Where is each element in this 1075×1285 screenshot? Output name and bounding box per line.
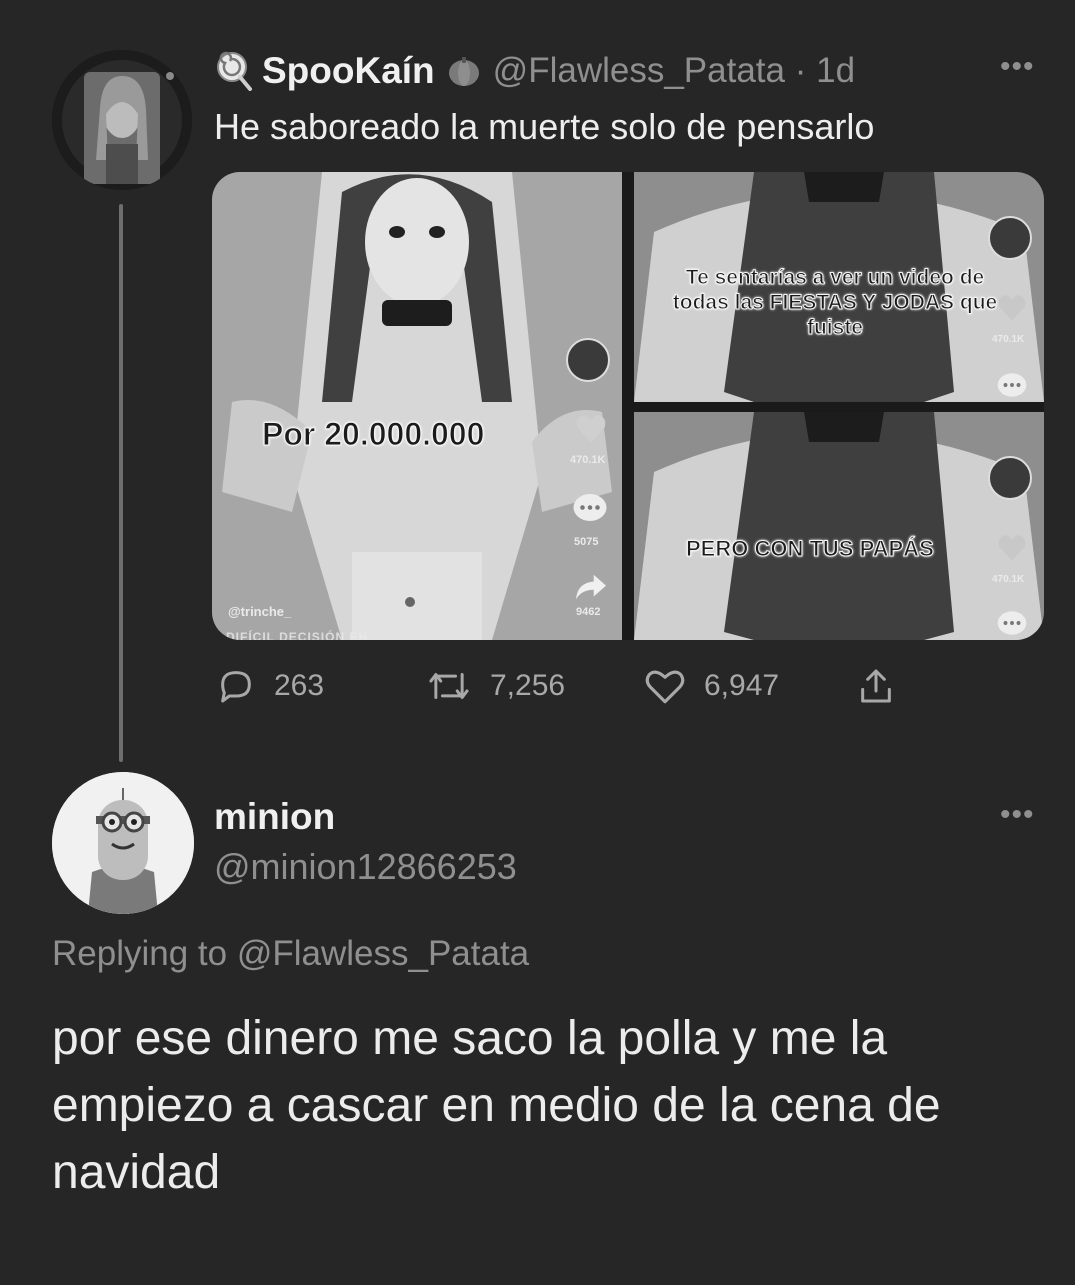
reply-icon [221,671,251,703]
creator-avatar [988,456,1032,500]
tiktok-description: DIFÍCIL DECISIÓN EH [226,630,369,640]
tweet-header: SpooKaín @Flawless_Patata · 1d [214,46,855,96]
author-handle[interactable]: @Flawless_Patata [493,51,785,90]
tiktok-like-icon [998,295,1026,321]
tiktok-like-icon [998,535,1026,561]
media-grid[interactable]: Por 20.000.000 470.1K 5075 9462 @trinche… [212,172,1044,640]
retweet-button[interactable]: 7,256 [426,660,565,712]
retweet-icon [429,673,469,699]
creator-avatar [566,338,610,382]
share-icon [861,669,891,703]
more-icon[interactable]: ••• [1000,50,1035,84]
tiktok-comment-icon [997,373,1027,397]
author-avatar[interactable] [52,50,192,190]
media-top-right[interactable]: Te sentarías a ver un video de todas las… [634,172,1044,402]
reply-count: 263 [274,669,325,702]
creator-avatar [988,216,1032,260]
like-count: 6,947 [704,669,780,702]
tiktok-comment-icon [997,611,1027,635]
replying-to[interactable]: Replying to @Flawless_Patata [52,934,529,974]
tiktok-comment-icon [573,494,607,521]
like-icon [645,670,685,704]
like-button[interactable]: 6,947 [644,660,779,712]
tiktok-like-count: 470.1K [992,574,1025,585]
tiktok-like-count: 470.1K [570,454,606,466]
media-bottom-right-image [634,412,1044,640]
thread-line [119,204,123,762]
share-button[interactable] [856,660,914,712]
tiktok-like-icon [576,415,606,443]
media-top-right-caption: Te sentarías a ver un video de todas las… [672,265,998,339]
retweet-count: 7,256 [490,669,566,702]
reply-text: por ese dinero me saco la polla y me la … [52,1012,941,1199]
reply-author-avatar[interactable] [52,772,194,914]
reply-author-display-name[interactable]: minion [214,796,335,838]
tiktok-share-count: 9462 [576,606,601,618]
media-left[interactable]: Por 20.000.000 470.1K 5075 9462 @trinche… [212,172,622,640]
more-icon[interactable]: ••• [1000,798,1035,832]
pumpkin-icon [448,57,479,86]
tiktok-comment-count: 5075 [574,536,599,548]
media-bottom-right[interactable]: PERO CON TUS PAPÁS 470.1K [634,412,1044,640]
media-left-caption: Por 20.000.000 [261,416,485,453]
reply-button[interactable]: 263 [216,660,324,712]
time-separator: · [794,51,807,90]
reply-author-handle[interactable]: @minion12866253 [214,846,517,888]
media-bottom-right-caption: PERO CON TUS PAPÁS [686,536,935,562]
media-left-image [212,172,622,640]
tiktok-share-icon [576,574,606,600]
lollipop-icon [217,51,252,91]
tweet-text: He saboreado la muerte solo de pensarlo [214,106,875,147]
tweet-time[interactable]: 1d [816,51,855,90]
tiktok-username: @trinche_ [228,604,292,619]
author-display-name[interactable]: SpooKaín [262,50,435,92]
tiktok-like-count: 470.1K [992,334,1025,345]
